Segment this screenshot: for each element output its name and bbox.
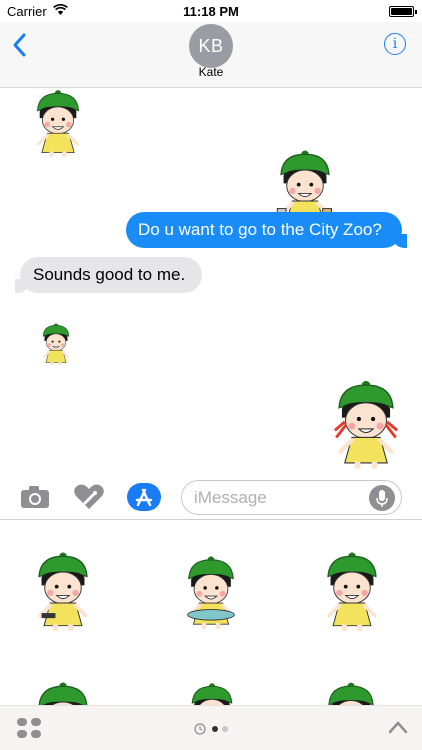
sticker-drawer <box>0 520 422 705</box>
status-bar: Carrier 11:18 PM <box>0 0 422 22</box>
conversation-header: KB Kate i <box>0 22 422 88</box>
message-input-bar <box>0 472 422 520</box>
app-drawer-icon[interactable] <box>16 717 42 739</box>
message-field[interactable] <box>181 480 402 515</box>
clock: 11:18 PM <box>183 4 239 19</box>
chevron-left-icon[interactable] <box>10 32 30 58</box>
sticker-girl-sitting-phone[interactable] <box>30 550 96 632</box>
app-drawer-bar <box>0 705 422 750</box>
info-icon[interactable]: i <box>384 33 406 55</box>
contact-name[interactable]: Kate <box>0 65 422 79</box>
app-store-icon[interactable] <box>127 483 161 511</box>
outgoing-message-bubble[interactable]: Do u want to go to the City Zoo? <box>126 212 407 248</box>
sticker-girl-partial[interactable] <box>30 680 96 705</box>
heart-touch-icon[interactable] <box>72 483 106 511</box>
sticker-girl-waving[interactable] <box>30 88 86 158</box>
message-input[interactable] <box>194 487 364 509</box>
sticker-girl-partial-2[interactable] <box>322 680 380 705</box>
incoming-message-bubble[interactable]: Sounds good to me. <box>15 257 202 293</box>
sticker-girl-surprised[interactable] <box>320 550 384 632</box>
sticker-boy-partial[interactable] <box>186 680 238 705</box>
sticker-boy-eating[interactable] <box>176 554 246 630</box>
microphone-icon[interactable] <box>369 485 395 511</box>
avatar[interactable]: KB <box>189 24 233 68</box>
sticker-girl-crying[interactable] <box>326 378 406 470</box>
imessage-screen: Carrier 11:18 PM KB Kate i Do u want to … <box>0 0 422 750</box>
page-indicator[interactable] <box>193 722 233 736</box>
chevron-up-icon[interactable] <box>388 720 408 734</box>
camera-icon[interactable] <box>18 483 52 511</box>
sticker-girl-small[interactable] <box>38 322 74 366</box>
battery-icon <box>389 6 417 17</box>
